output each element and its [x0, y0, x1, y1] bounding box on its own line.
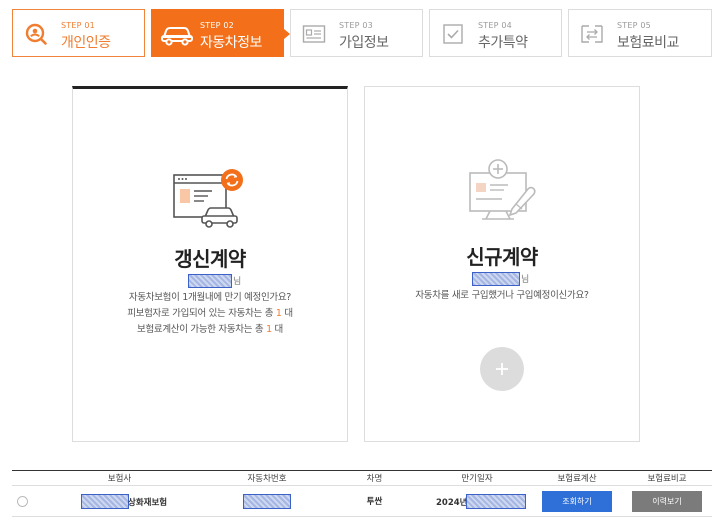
- header-car-name: 차명: [366, 474, 383, 484]
- search-person-icon: [23, 21, 49, 47]
- step-number: STEP 03: [339, 21, 373, 30]
- masked-user-name: 님: [188, 273, 241, 288]
- step-3[interactable]: STEP 03 가입정보: [290, 9, 423, 57]
- redacted-date: [466, 494, 526, 509]
- expiry-date-cell: 2024년: [422, 486, 532, 516]
- step-label: 자동차정보: [200, 35, 262, 51]
- renewal-contract-card[interactable]: 갱신계약 님 자동차보험이 1개월내에 만기 예정인가요? 피보험자로 가입되어…: [72, 86, 348, 442]
- desc-text: 대: [281, 308, 293, 319]
- step-number: STEP 05: [617, 21, 651, 30]
- expiry-year: 2024년: [436, 498, 468, 508]
- desc-line-1: 자동차를 새로 구입했거나 구입예정이신가요?: [415, 290, 589, 301]
- step-1[interactable]: STEP 01 개인인증: [12, 9, 145, 57]
- redacted-insurer: [81, 494, 129, 509]
- step-number: STEP 04: [478, 21, 512, 30]
- header-expiry-date: 만기일자: [461, 474, 493, 484]
- table-row[interactable]: 상화재보험 투싼 2024년 조회하기 이력보기: [12, 486, 712, 517]
- renewal-illustration-icon: [172, 167, 248, 231]
- row-radio[interactable]: [16, 495, 28, 507]
- car-name: 투싼: [366, 497, 383, 507]
- step-label: 추가특약: [478, 35, 528, 51]
- card-title: 신규계약: [466, 245, 538, 269]
- step-progress: STEP 01 개인인증 STEP 02 자동차정보 STEP 03 가입정보 …: [12, 9, 712, 57]
- header-premium-compare: 보험료비교: [647, 474, 687, 484]
- insurer-name-suffix: 상화재보험: [128, 498, 168, 508]
- add-new-contract-button[interactable]: [480, 347, 524, 391]
- premium-calc-cell: 조회하기: [532, 486, 622, 516]
- step-label: 개인인증: [61, 35, 111, 51]
- desc-text: 피보험자로 가입되어 있는 자동차는 총: [127, 308, 276, 319]
- name-suffix: 님: [233, 277, 242, 287]
- desc-text: 보험료계산이 가능한 자동차는 총: [137, 324, 267, 335]
- premium-compare-cell: 이력보기: [622, 486, 712, 516]
- step-label: 가입정보: [339, 35, 389, 51]
- redacted-name: [472, 272, 520, 286]
- step-number: STEP 02: [200, 21, 234, 30]
- id-card-icon: [301, 21, 327, 47]
- table-header: 보험사 자동차번호 차명 만기일자 보험료계산 보험료비교: [12, 471, 712, 486]
- step-5[interactable]: STEP 05 보험료비교: [568, 9, 712, 57]
- header-car-number: 자동차번호: [247, 474, 287, 484]
- header-premium-calc: 보험료계산: [557, 474, 597, 484]
- desc-text: 대: [271, 324, 284, 335]
- desc-line-2: 피보험자로 가입되어 있는 자동차는 총 1 대: [73, 306, 347, 322]
- step-4[interactable]: STEP 04 추가특약: [429, 9, 562, 57]
- card-description: 자동차를 새로 구입했거나 구입예정이신가요?: [365, 288, 639, 304]
- car-name-cell: 투싼: [327, 486, 422, 516]
- new-contract-card[interactable]: 신규계약 님 자동차를 새로 구입했거나 구입예정이신가요?: [364, 86, 640, 442]
- car-icon: [160, 21, 194, 47]
- checkbox-icon: [440, 21, 466, 47]
- card-title: 갱신계약: [174, 247, 246, 271]
- step-2[interactable]: STEP 02 자동차정보: [151, 9, 290, 57]
- name-suffix: 님: [521, 275, 530, 285]
- new-contract-illustration-icon: [464, 159, 540, 223]
- compare-icon: [579, 21, 605, 47]
- insurer-cell: 상화재보험: [32, 486, 207, 516]
- redacted-name: [188, 274, 232, 288]
- car-insurance-table: 보험사 자동차번호 차명 만기일자 보험료계산 보험료비교 상화재보험 투싼 2…: [12, 470, 712, 517]
- desc-line-3: 보험료계산이 가능한 자동차는 총 1 대: [73, 322, 347, 338]
- desc-line-1: 자동차보험이 1개월내에 만기 예정인가요?: [128, 292, 292, 303]
- card-description: 자동차보험이 1개월내에 만기 예정인가요? 피보험자로 가입되어 있는 자동차…: [73, 290, 347, 338]
- car-number-cell: [207, 486, 327, 516]
- history-button[interactable]: 이력보기: [632, 490, 702, 512]
- header-select: [12, 471, 32, 485]
- step-label: 보험료비교: [617, 35, 679, 51]
- masked-user-name: 님: [472, 271, 529, 286]
- step-number: STEP 01: [61, 21, 95, 30]
- plus-icon: [496, 363, 508, 375]
- redacted-car-number: [243, 493, 291, 509]
- lookup-button[interactable]: 조회하기: [542, 490, 612, 512]
- select-cell: [12, 486, 32, 516]
- header-insurer: 보험사: [107, 474, 132, 484]
